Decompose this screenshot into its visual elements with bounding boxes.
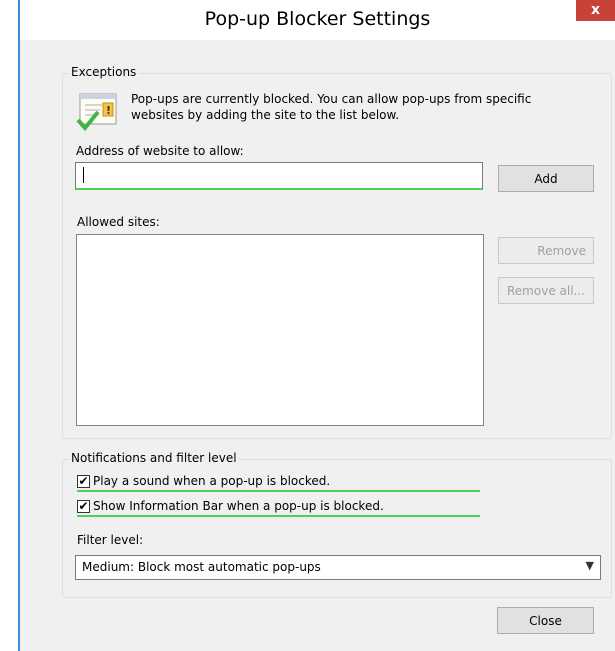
allowed-sites-label: Allowed sites: xyxy=(77,215,160,229)
play-sound-checkbox[interactable]: ✔ xyxy=(77,475,90,488)
show-info-bar-label: Show Information Bar when a pop-up is bl… xyxy=(93,499,384,513)
play-sound-label: Play a sound when a pop-up is blocked. xyxy=(93,474,331,488)
text-caret xyxy=(83,167,84,183)
filter-level-value: Medium: Block most automatic pop-ups xyxy=(82,560,321,574)
add-button[interactable]: Add xyxy=(498,165,594,192)
focus-underline xyxy=(77,515,480,517)
address-label: Address of website to allow: xyxy=(76,144,244,158)
chevron-down-icon[interactable]: ▼ xyxy=(586,559,594,572)
svg-text:!: ! xyxy=(106,104,111,117)
dialog-client: Exceptions ! Pop-ups are currently block… xyxy=(20,40,615,651)
title-bar[interactable]: Pop-up Blocker Settings x xyxy=(20,0,615,40)
popup-info-icon: ! xyxy=(76,93,117,132)
focus-underline xyxy=(77,490,480,492)
show-info-bar-checkbox[interactable]: ✔ xyxy=(77,500,90,513)
address-input[interactable] xyxy=(75,162,483,190)
exceptions-legend: Exceptions xyxy=(69,65,139,79)
exceptions-info-line2: websites by adding the site to the list … xyxy=(131,108,400,122)
filter-level-label: Filter level: xyxy=(77,533,144,547)
filter-level-select[interactable]: Medium: Block most automatic pop-ups ▼ xyxy=(75,555,601,580)
remove-all-button[interactable]: Remove all... xyxy=(498,277,594,304)
allowed-sites-list[interactable] xyxy=(76,234,484,426)
notifications-legend: Notifications and filter level xyxy=(69,451,239,465)
desktop-edge xyxy=(0,0,18,651)
remove-button[interactable]: Remove xyxy=(498,237,594,264)
close-button[interactable]: Close xyxy=(497,607,594,634)
window-title: Pop-up Blocker Settings xyxy=(204,8,431,30)
exceptions-info-line1: Pop-ups are currently blocked. You can a… xyxy=(131,92,532,106)
close-window-button[interactable]: x xyxy=(576,0,615,21)
